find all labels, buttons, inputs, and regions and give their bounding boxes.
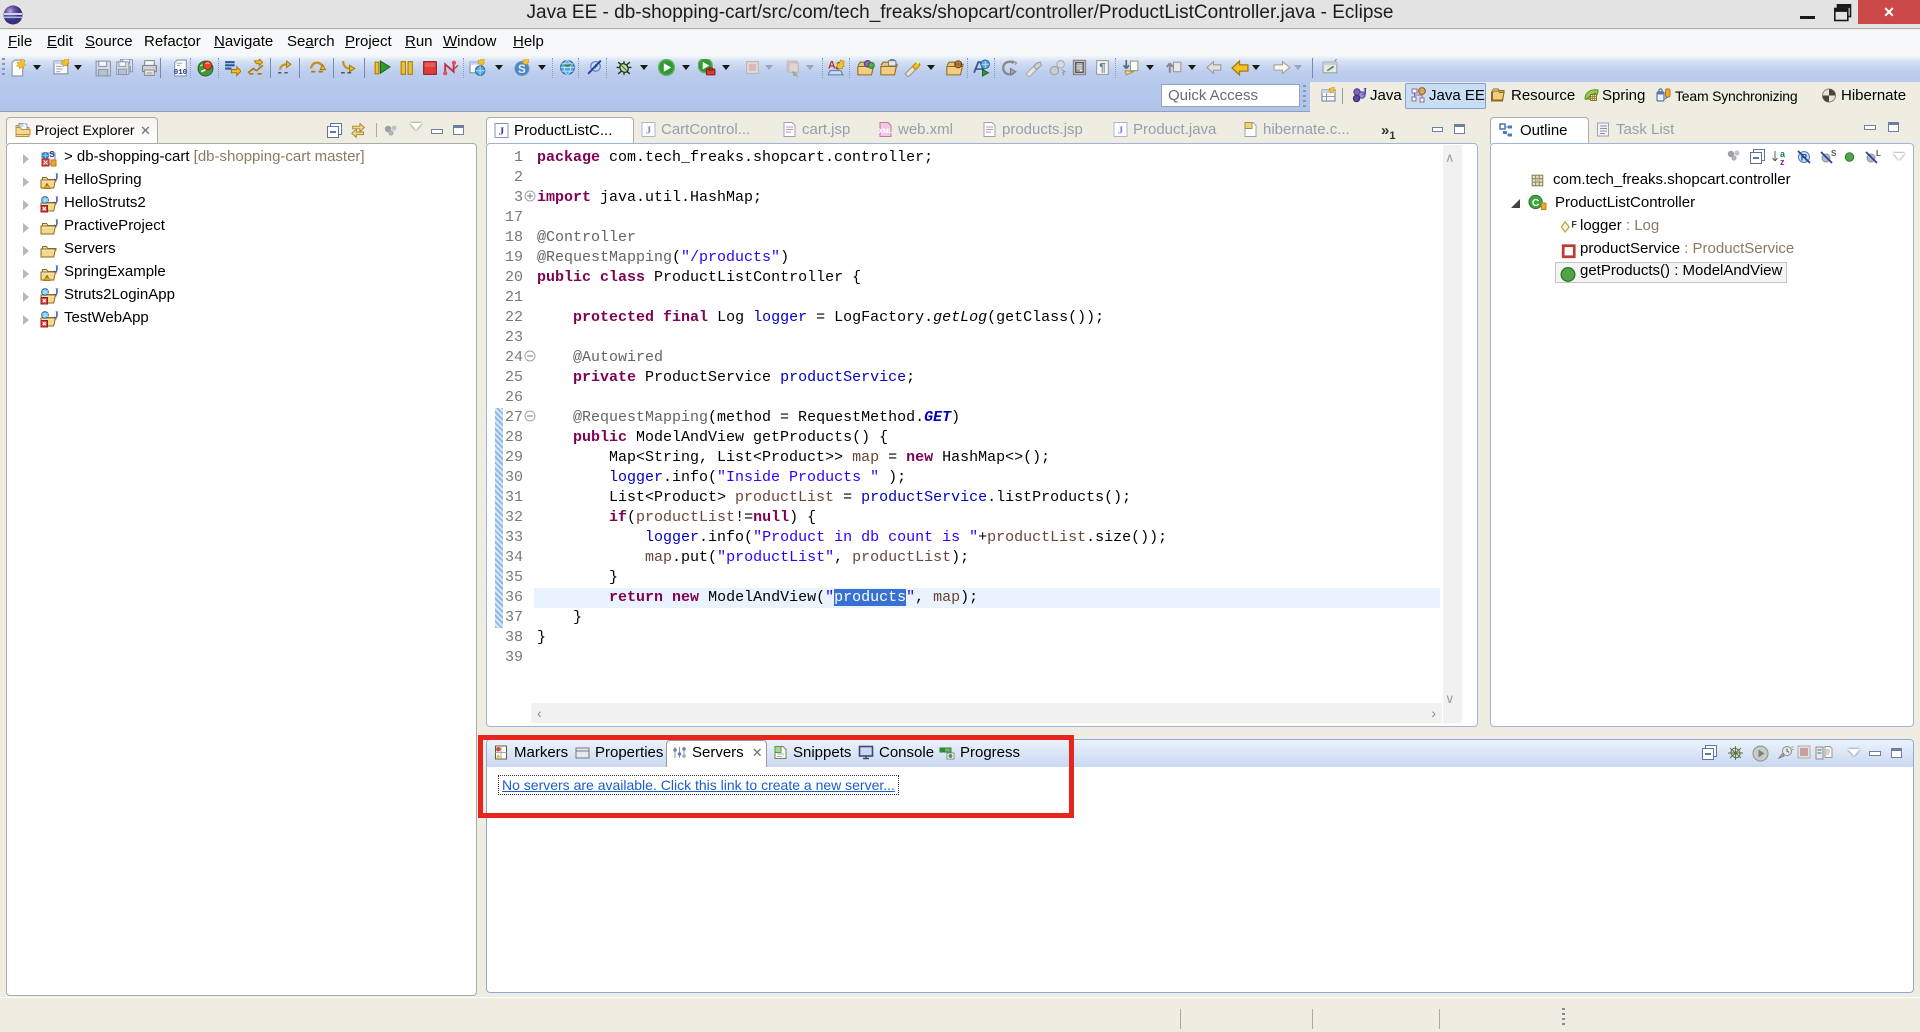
svg-text:J: J: [499, 126, 505, 138]
svg-text:✕: ✕: [43, 160, 49, 167]
svg-text:S: S: [1831, 149, 1836, 158]
svg-text:S: S: [49, 150, 55, 159]
svg-text:L: L: [1876, 149, 1881, 158]
svg-text:XML: XML: [879, 128, 893, 135]
svg-text:F: F: [1571, 220, 1577, 230]
svg-text:J: J: [1118, 125, 1124, 137]
svg-text:J: J: [1362, 87, 1367, 98]
svg-text:C: C: [1532, 198, 1540, 209]
svg-text:z: z: [1780, 157, 1785, 165]
svg-text:J: J: [646, 125, 652, 137]
